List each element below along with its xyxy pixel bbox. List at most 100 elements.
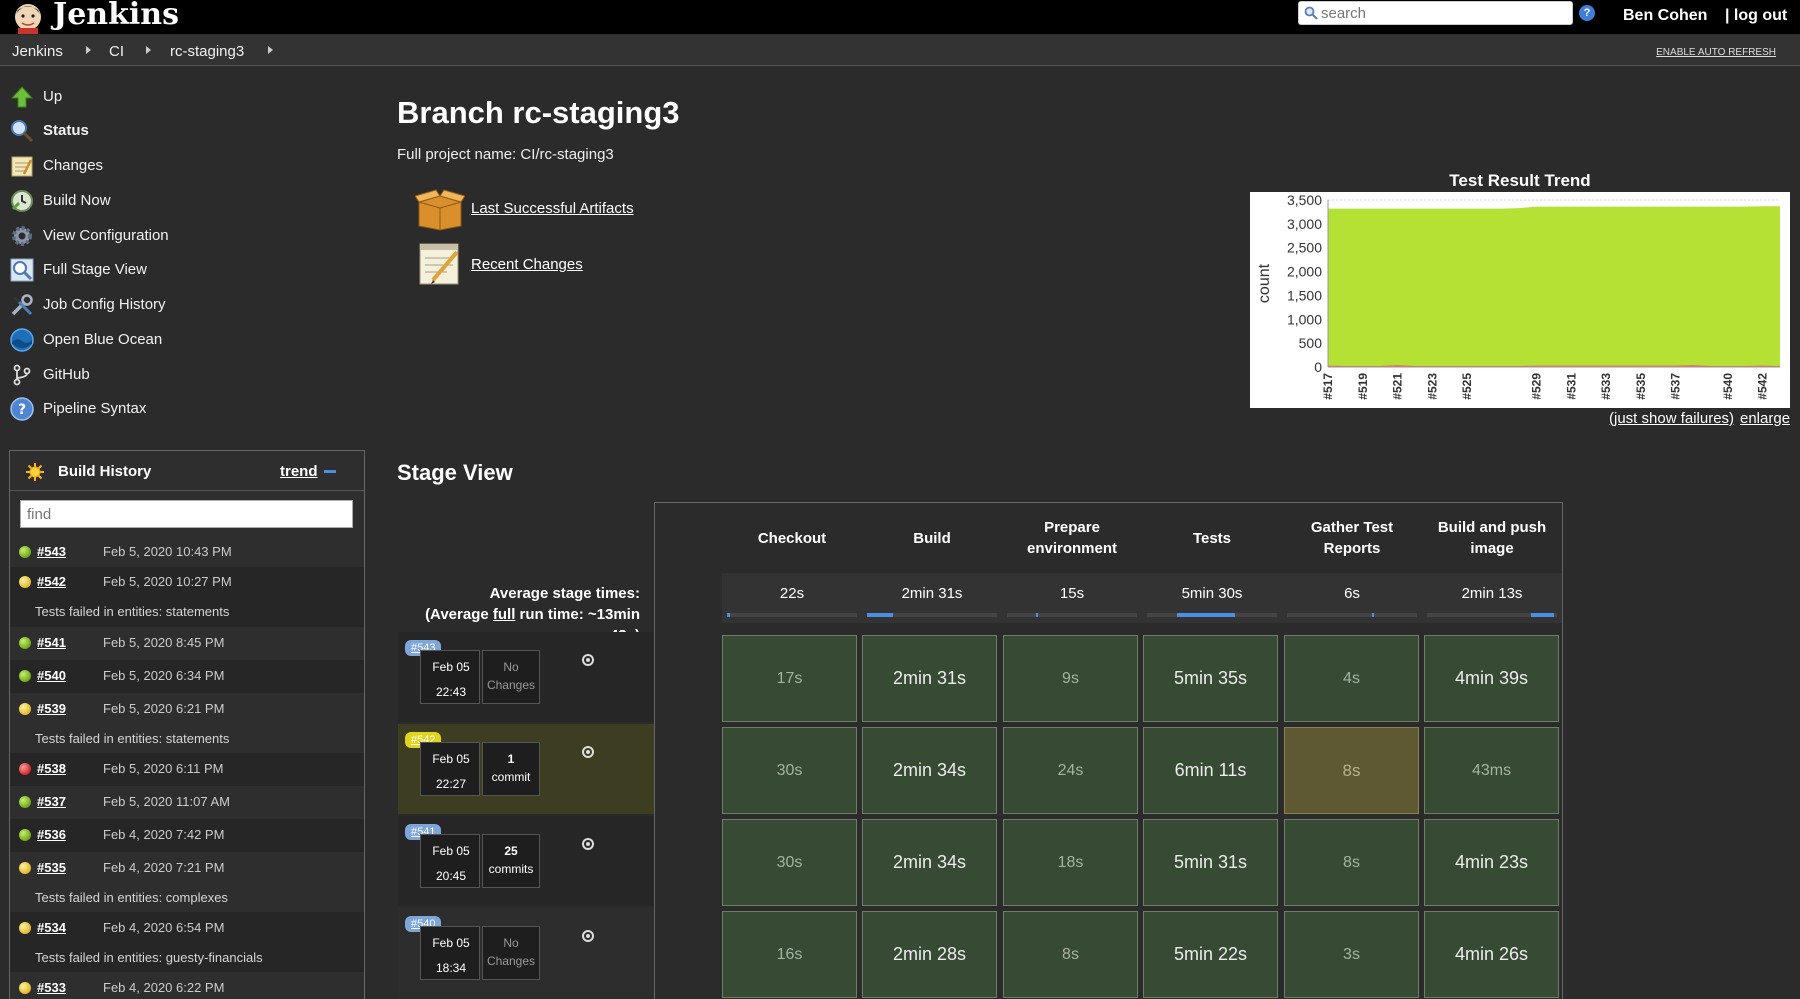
task-pipeline-syntax[interactable]: ? Pipeline Syntax (10, 396, 340, 422)
stage-cell[interactable]: 43ms (1424, 727, 1559, 814)
notepad-pencil-icon[interactable] (417, 240, 463, 286)
last-successful-artifacts-link[interactable]: Last Successful Artifacts (471, 200, 634, 217)
task-full-stage-view[interactable]: Full Stage View (10, 257, 340, 283)
jenkins-logo-icon[interactable] (8, 0, 48, 34)
build-date-link[interactable]: Feb 4, 2020 6:22 PM (103, 980, 224, 995)
stage-cell[interactable]: 30s (722, 819, 857, 906)
run-info-icon[interactable] (582, 838, 594, 850)
build-number-link[interactable]: #536 (37, 827, 66, 842)
search-input[interactable] (1321, 4, 1566, 22)
stage-average: 5min 30s (1142, 573, 1282, 623)
stage-cell[interactable]: 2min 28s (862, 911, 997, 998)
build-history-trend-link[interactable]: trend (280, 463, 318, 480)
build-date-link[interactable]: Feb 4, 2020 7:21 PM (103, 860, 224, 875)
stage-cell[interactable]: 5min 31s (1143, 819, 1278, 906)
stage-cell[interactable]: 6min 11s (1143, 727, 1278, 814)
stage-cell[interactable]: 17s (722, 635, 857, 722)
stage-cell[interactable]: 8s (1284, 727, 1419, 814)
full-run-link[interactable]: full (493, 606, 516, 623)
stage-run-row[interactable]: #540 Feb 05 18:34 No Changes (398, 908, 654, 998)
stage-cell[interactable]: 4min 26s (1424, 911, 1559, 998)
build-date-link[interactable]: Feb 4, 2020 6:54 PM (103, 920, 224, 935)
stage-cell[interactable]: 5min 22s (1143, 911, 1278, 998)
stage-cell[interactable]: 3s (1284, 911, 1419, 998)
stage-header: Checkout (757, 529, 827, 547)
build-date-link[interactable]: Feb 4, 2020 7:42 PM (103, 827, 224, 842)
stage-run-row[interactable]: #541 Feb 05 20:45 25 commits (398, 816, 654, 906)
build-date-link[interactable]: Feb 5, 2020 8:45 PM (103, 635, 224, 650)
stage-cell[interactable]: 8s (1284, 819, 1419, 906)
stage-cell[interactable]: 4min 39s (1424, 635, 1559, 722)
stage-cell[interactable]: 4s (1284, 635, 1419, 722)
task-view-configuration[interactable]: View Configuration (10, 223, 340, 249)
build-date-link[interactable]: Feb 5, 2020 11:07 AM (103, 794, 230, 809)
stage-run-row[interactable]: #542 Feb 05 22:27 1 commit (398, 724, 654, 814)
collapse-icon[interactable] (324, 470, 336, 473)
stage-run-row[interactable]: #543 Feb 05 22:43 No Changes (398, 632, 654, 722)
run-changes[interactable]: 25 commits (482, 834, 540, 888)
task-status[interactable]: Status (10, 118, 340, 144)
breadcrumb-branch[interactable]: rc-staging3 (170, 43, 244, 60)
stage-cell[interactable]: 24s (1003, 727, 1138, 814)
build-number-link[interactable]: #538 (37, 761, 66, 776)
build-number-link[interactable]: #540 (37, 668, 66, 683)
build-number-link[interactable]: #539 (37, 701, 66, 716)
task-open-blue-ocean[interactable]: Open Blue Ocean (10, 327, 340, 353)
build-number-link[interactable]: #543 (37, 544, 66, 559)
breadcrumb-jenkins[interactable]: Jenkins (12, 43, 63, 60)
task-job-config-history[interactable]: Job Config History (10, 292, 340, 318)
task-github[interactable]: GitHub (10, 362, 340, 388)
breadcrumb-arrow-icon[interactable] (146, 46, 151, 54)
user-name-link[interactable]: Ben Cohen (1623, 7, 1707, 25)
build-clock-icon (11, 190, 33, 212)
search-box[interactable] (1298, 1, 1573, 25)
task-up[interactable]: Up (10, 84, 340, 110)
help-icon[interactable]: ? (1579, 5, 1595, 21)
build-number-link[interactable]: #535 (37, 860, 66, 875)
task-build-now[interactable]: Build Now (10, 188, 340, 214)
build-number-link[interactable]: #541 (37, 635, 66, 650)
run-changes[interactable]: 1 commit (482, 742, 540, 796)
build-history-find-input[interactable] (20, 500, 353, 528)
run-changes[interactable]: No Changes (482, 650, 540, 704)
enable-auto-refresh-link[interactable]: ENABLE AUTO REFRESH (1656, 47, 1776, 58)
stage-average-time: 6s (1344, 585, 1360, 602)
stage-header: Prepare environment (1026, 519, 1117, 557)
just-show-failures-link[interactable]: (just show failures) (1609, 410, 1734, 427)
breadcrumb-ci[interactable]: CI (109, 43, 124, 60)
test-result-trend-chart[interactable]: 0 500 1,000 1,500 2,000 2,500 3,000 3,500 #517 #5… (1250, 192, 1790, 408)
run-changes[interactable]: No Changes (482, 926, 540, 980)
logout-link[interactable]: | log out (1725, 7, 1787, 25)
build-date-link[interactable]: Feb 5, 2020 6:21 PM (103, 701, 224, 716)
build-date-link[interactable]: Feb 5, 2020 10:27 PM (103, 574, 232, 589)
stage-cell[interactable]: 5min 35s (1143, 635, 1278, 722)
enlarge-link[interactable]: enlarge (1740, 410, 1790, 427)
stage-cell[interactable]: 2min 34s (862, 727, 997, 814)
build-number-link[interactable]: #537 (37, 794, 66, 809)
build-number-link[interactable]: #542 (37, 574, 66, 589)
build-date-link[interactable]: Feb 5, 2020 6:11 PM (103, 761, 223, 776)
build-date-link[interactable]: Feb 5, 2020 6:34 PM (103, 668, 224, 683)
jenkins-brand[interactable]: Jenkins (53, 0, 179, 32)
stage-cell[interactable]: 2min 31s (862, 635, 997, 722)
stage-cell[interactable]: 18s (1003, 819, 1138, 906)
run-date-time: 18:34 (435, 961, 467, 975)
stage-cell[interactable]: 30s (722, 727, 857, 814)
stage-cell[interactable]: 9s (1003, 635, 1138, 722)
run-info-icon[interactable] (582, 930, 594, 942)
stage-cell[interactable]: 4min 23s (1424, 819, 1559, 906)
build-date-link[interactable]: Feb 5, 2020 10:43 PM (103, 544, 232, 559)
package-icon[interactable] (415, 186, 465, 232)
breadcrumb-arrow-icon[interactable] (268, 46, 273, 54)
build-number-link[interactable]: #534 (37, 920, 66, 935)
recent-changes-link[interactable]: Recent Changes (471, 256, 583, 273)
run-info-icon[interactable] (582, 654, 594, 666)
task-changes[interactable]: Changes (10, 153, 340, 179)
run-info-icon[interactable] (582, 746, 594, 758)
stage-cell[interactable]: 2min 34s (862, 819, 997, 906)
stage-cell[interactable]: 16s (722, 911, 857, 998)
run-date-time: 20:45 (435, 869, 467, 883)
stage-cell[interactable]: 8s (1003, 911, 1138, 998)
build-number-link[interactable]: #533 (37, 980, 66, 995)
breadcrumb-arrow-icon[interactable] (86, 46, 91, 54)
